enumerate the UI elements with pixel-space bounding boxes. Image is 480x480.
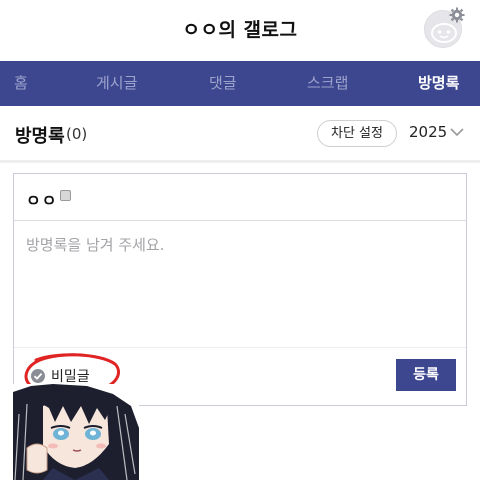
- nickname-row: ㅇㅇ: [14, 174, 466, 221]
- tab-comments[interactable]: 댓글: [209, 61, 237, 106]
- gallog-tabbar: 홈 게시글 댓글 스크랩 방명록: [0, 61, 480, 106]
- year-select[interactable]: 2025: [409, 123, 447, 141]
- tab-posts[interactable]: 게시글: [96, 61, 137, 106]
- tab-scrap[interactable]: 스크랩: [307, 61, 348, 106]
- nickname: ㅇㅇ: [26, 191, 58, 210]
- gallog-header: ㅇㅇ의 갤로그: [0, 0, 480, 60]
- submit-button[interactable]: 등록: [396, 359, 456, 391]
- guestbook-count: (0): [66, 125, 88, 143]
- tab-home[interactable]: 홈: [14, 61, 28, 106]
- gallog-title: ㅇㅇ의 갤로그: [182, 19, 298, 41]
- guestbook-memo-input[interactable]: [14, 222, 466, 347]
- section-divider: [0, 160, 480, 163]
- fluid-nick-icon: [60, 190, 71, 201]
- memo-bottom-line: [14, 347, 466, 348]
- chevron-down-icon[interactable]: [450, 127, 464, 137]
- guestbook-title: 방명록: [15, 126, 65, 147]
- anime-character-sticker: [13, 384, 139, 480]
- block-settings-button[interactable]: 차단 설정: [317, 120, 397, 147]
- gear-icon[interactable]: [449, 7, 465, 23]
- tab-guestbook[interactable]: 방명록: [418, 61, 459, 106]
